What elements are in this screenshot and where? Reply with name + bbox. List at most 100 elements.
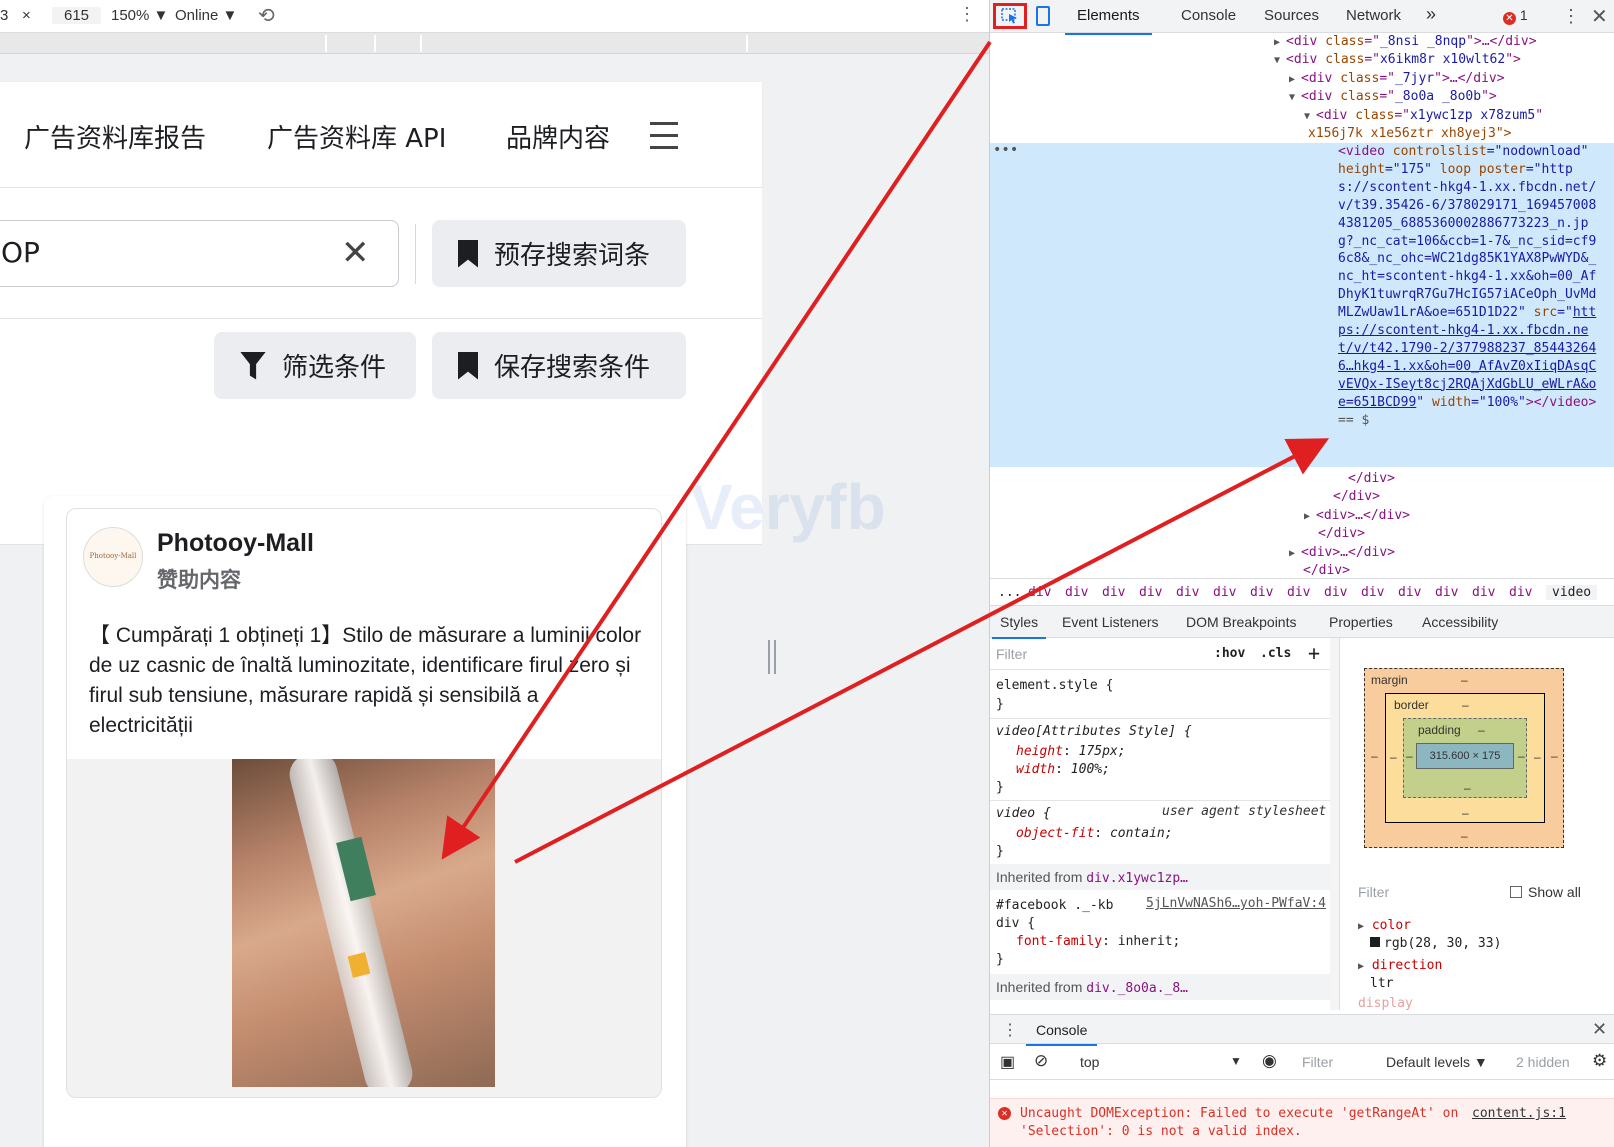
new-rule-icon[interactable]: + (1308, 641, 1320, 665)
clear-console-icon[interactable]: ⊘ (1034, 1051, 1048, 1071)
menu-icon[interactable] (650, 122, 678, 158)
box-content-size[interactable]: 315.600 × 175 (1416, 743, 1514, 769)
breadcrumb-item[interactable]: div (1472, 585, 1495, 600)
breadcrumb-item[interactable]: div (1324, 585, 1347, 600)
border-right[interactable]: – (1534, 750, 1541, 764)
rule-attr-selector[interactable]: video[Attributes Style] { (996, 722, 1192, 741)
rule-font-family[interactable]: font-family: inherit; (1016, 932, 1180, 951)
dom-line[interactable]: ▼ <div class="x1ywc1zp x78zum5" (1304, 107, 1543, 126)
nav-ad-library-report[interactable]: 广告资料库报告 (24, 118, 206, 155)
border-left[interactable]: – (1390, 750, 1397, 764)
inspect-element-icon[interactable] (993, 3, 1027, 29)
collapse-icon[interactable]: ▼ (1274, 55, 1286, 66)
tab-styles[interactable]: Styles (991, 614, 1047, 639)
styles-filter-input[interactable]: Filter (996, 646, 1027, 662)
margin-left[interactable]: – (1371, 749, 1378, 763)
search-input[interactable]: OP ✕ (0, 220, 399, 287)
drawer-menu-icon[interactable]: ⋮ (1002, 1020, 1018, 1040)
breadcrumb-item[interactable]: div (1435, 585, 1458, 600)
dom-line-wrap[interactable]: x156j7k x1e56ztr xh8yej3"> (1308, 125, 1512, 143)
rule-object-fit[interactable]: object-fit: contain; (1016, 824, 1173, 843)
resize-handle[interactable] (768, 640, 776, 674)
show-all-checkbox[interactable]: Show all (1510, 884, 1581, 900)
height-input[interactable]: 615 (52, 7, 102, 24)
zoom-select[interactable]: 150% ▼ (111, 7, 168, 24)
dom-line[interactable]: ▶ <div class="_8nsi _8nqp">…</div> (1274, 33, 1537, 52)
breadcrumb-item[interactable]: div (1139, 585, 1162, 600)
video-node[interactable]: <video controlslist="nodownload" height=… (1338, 143, 1603, 430)
breadcrumb-item[interactable]: ... (998, 585, 1021, 600)
log-levels-select[interactable]: Default levels ▼ (1386, 1054, 1488, 1070)
gear-icon[interactable]: ⚙ (1592, 1051, 1607, 1071)
styles-scrollbar[interactable] (1330, 638, 1339, 1010)
expand-icon[interactable]: ▶ (1289, 74, 1301, 85)
border-bottom[interactable]: – (1462, 806, 1469, 820)
breadcrumb-item[interactable]: div (1250, 585, 1273, 600)
tab-console[interactable]: Console (1181, 7, 1236, 24)
device-toggle-icon[interactable] (1036, 6, 1050, 26)
network-select[interactable]: Online ▼ (175, 7, 237, 24)
clear-icon[interactable]: ✕ (341, 233, 370, 273)
inherited-selector[interactable]: div._8o0a._8… (1086, 981, 1188, 996)
nav-ad-library-api[interactable]: 广告资料库 API (267, 118, 446, 155)
tab-sources[interactable]: Sources (1264, 7, 1319, 24)
tab-network[interactable]: Network (1346, 7, 1401, 24)
collapse-icon[interactable]: ▼ (1304, 111, 1316, 122)
breadcrumb-item[interactable]: div (1065, 585, 1088, 600)
dom-line[interactable]: </div> (1319, 488, 1380, 506)
dom-line[interactable]: </div> (1289, 562, 1350, 578)
breadcrumb-item[interactable]: div (1361, 585, 1384, 600)
inherited-selector[interactable]: div.x1ywc1zp… (1086, 871, 1188, 886)
rule-element-style[interactable]: element.style { (996, 676, 1113, 695)
breadcrumb-item[interactable]: div (1398, 585, 1421, 600)
context-dropdown-icon[interactable]: ▼ (1230, 1054, 1242, 1068)
computed-display[interactable]: display (1358, 996, 1413, 1011)
breadcrumb-item[interactable]: div (1287, 585, 1310, 600)
eye-icon[interactable]: ◉ (1262, 1051, 1277, 1071)
rotate-icon[interactable]: ⟲ (258, 3, 275, 28)
nav-brand-content[interactable]: 品牌内容 (506, 118, 610, 155)
expand-icon[interactable]: ▶ (1304, 511, 1316, 522)
save-terms-button[interactable]: 预存搜索词条 (432, 220, 686, 287)
computed-color[interactable]: ▶ color (1358, 918, 1411, 933)
dom-line[interactable]: ▶ <div class="_7jyr">…</div> (1289, 70, 1505, 89)
tab-properties[interactable]: Properties (1329, 614, 1393, 630)
more-icon[interactable]: ⋮ (958, 4, 976, 25)
tab-event-listeners[interactable]: Event Listeners (1062, 614, 1159, 630)
error-badge[interactable]: ✕ 1 (1503, 7, 1528, 25)
border-top[interactable]: – (1462, 698, 1469, 712)
computed-filter-input[interactable]: Filter (1358, 884, 1389, 900)
context-select[interactable]: top (1080, 1054, 1099, 1070)
dom-line[interactable]: ▼ <div class="x6ikm8r x10wlt62"> (1274, 51, 1521, 70)
dom-line[interactable]: ▶ <div>…</div> (1289, 544, 1395, 563)
rule-width[interactable]: width: 100%; (1016, 760, 1110, 779)
dom-line[interactable]: ▶ <div>…</div> (1304, 507, 1410, 526)
rule-video-selector[interactable]: video { (996, 804, 1051, 823)
filter-button[interactable]: 筛选条件 (214, 332, 416, 399)
rule-source-link[interactable]: 5jLnVwNASh6…yoh-PWfaV:4 (1146, 896, 1326, 911)
margin-bottom[interactable]: – (1461, 829, 1468, 843)
expand-icon[interactable]: ▶ (1289, 548, 1301, 559)
breadcrumb-video[interactable]: video (1546, 585, 1598, 600)
rule-height[interactable]: height: 175px; (1016, 742, 1126, 761)
more-icon[interactable]: ⋮ (1562, 6, 1580, 27)
dom-line[interactable]: ▼ <div class="_8o0a _8o0b"> (1289, 88, 1497, 107)
breadcrumb-item[interactable]: div (1509, 585, 1532, 600)
sidebar-toggle-icon[interactable]: ▣ (1000, 1052, 1015, 1072)
collapse-icon[interactable]: ▼ (1289, 92, 1301, 103)
color-swatch[interactable] (1370, 937, 1380, 947)
ad-video[interactable] (232, 759, 495, 1087)
cls-toggle[interactable]: .cls (1260, 646, 1291, 661)
drawer-close-icon[interactable]: ✕ (1592, 1019, 1607, 1040)
page-name[interactable]: Photooy-Mall (157, 529, 314, 558)
breadcrumb-item[interactable]: div (1102, 585, 1125, 600)
padding-bottom[interactable]: – (1464, 781, 1471, 795)
tab-accessibility[interactable]: Accessibility (1422, 614, 1498, 630)
breadcrumb-item[interactable]: div (1028, 585, 1051, 600)
close-icon[interactable]: ✕ (1591, 4, 1608, 29)
console-filter-input[interactable]: Filter (1302, 1054, 1333, 1070)
tab-elements[interactable]: Elements (1065, 7, 1151, 35)
more-tabs-icon[interactable]: » (1426, 4, 1436, 25)
computed-direction[interactable]: ▶ direction (1358, 958, 1442, 973)
breadcrumb-item[interactable]: div (1176, 585, 1199, 600)
